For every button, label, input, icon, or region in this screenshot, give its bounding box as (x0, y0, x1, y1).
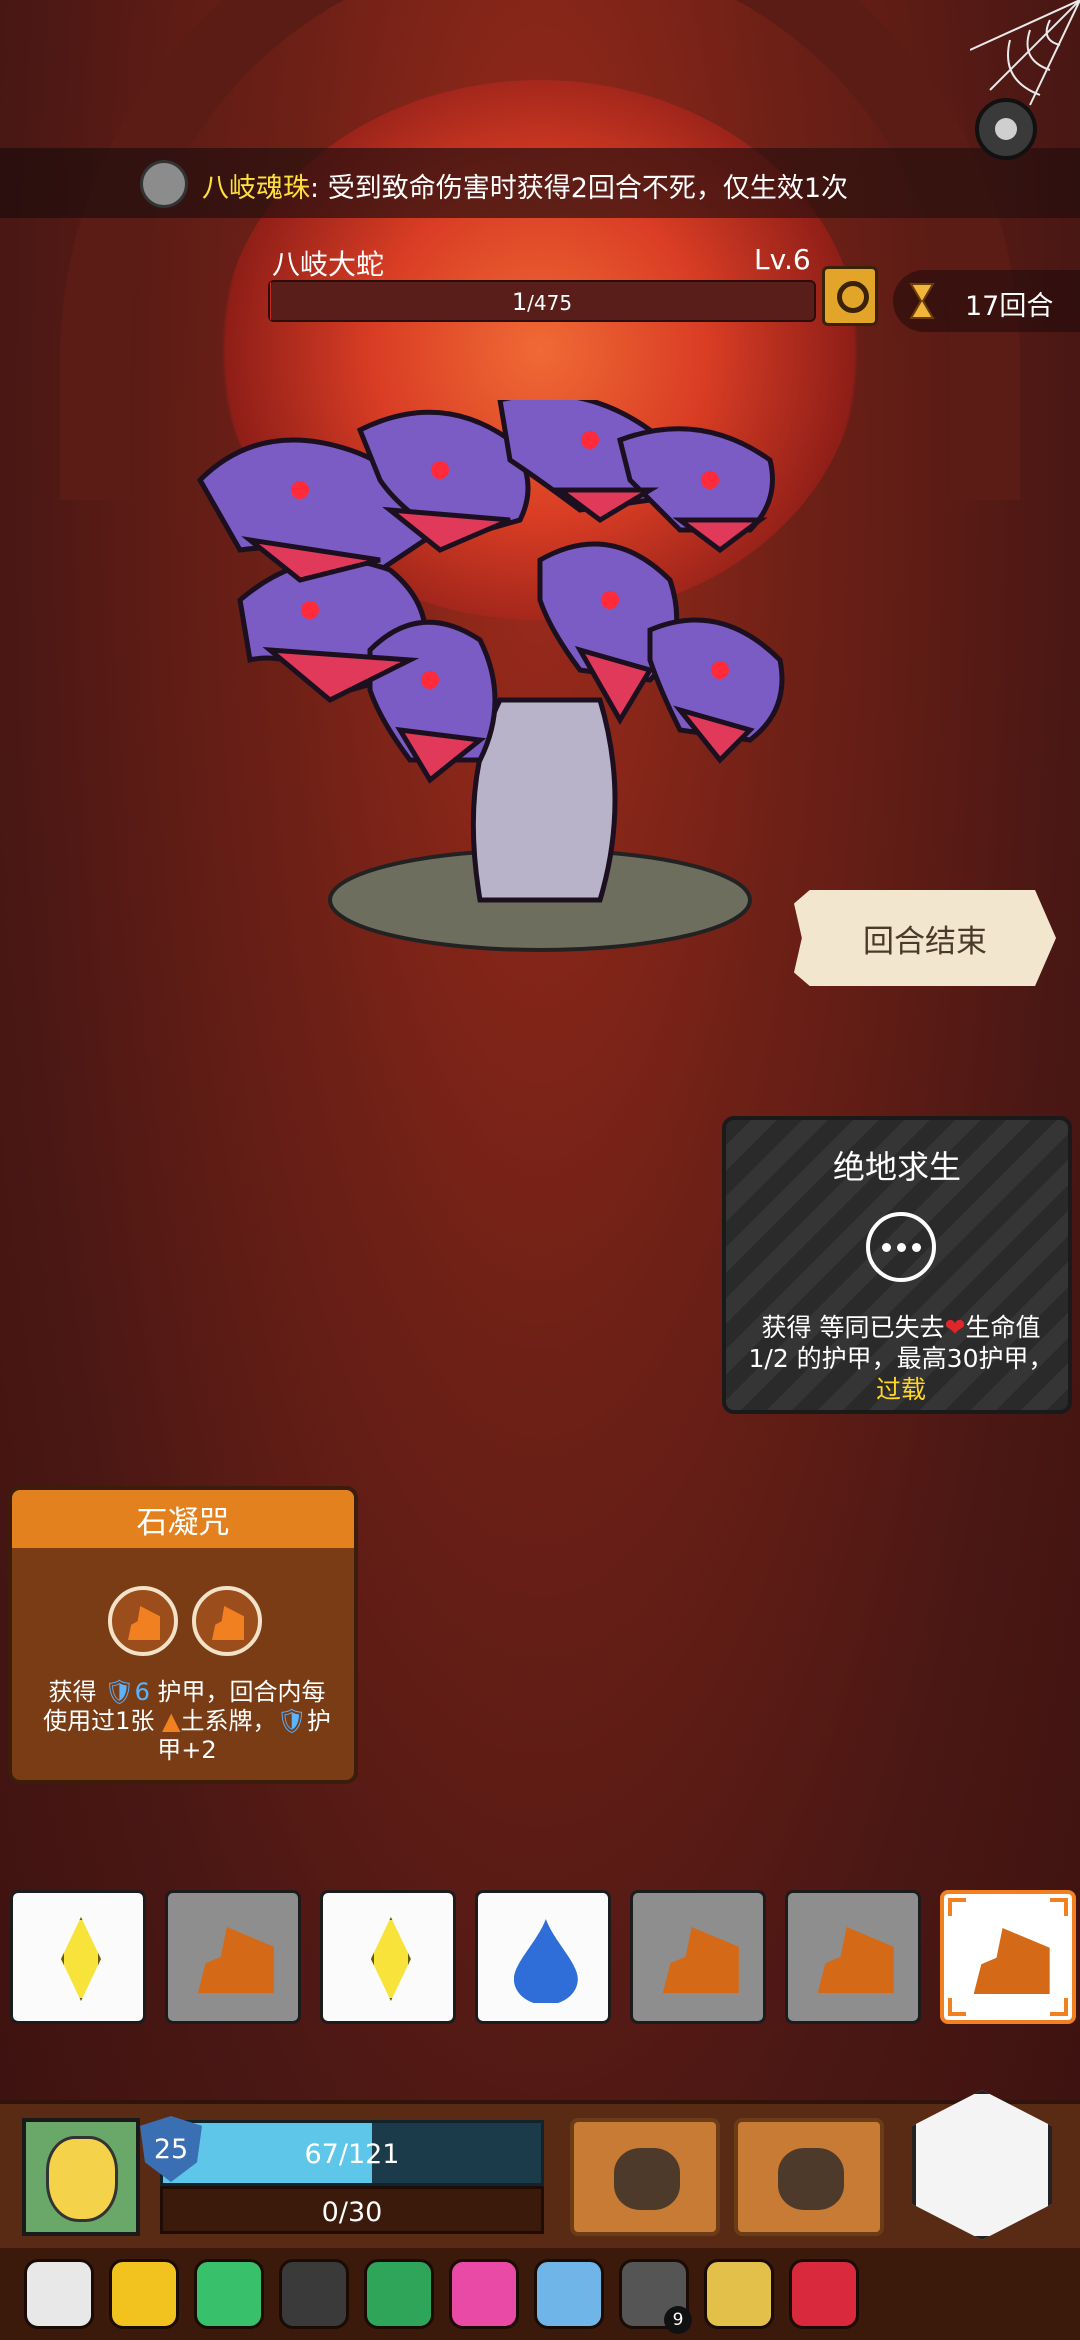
skull-relic-icon (140, 160, 188, 208)
emerald-icon[interactable] (364, 2259, 434, 2329)
enemy-hp-bar: 1/475 (268, 280, 816, 322)
player-energy-text: 0/30 (321, 2197, 383, 2228)
banana-claw-icon[interactable] (704, 2259, 774, 2329)
card-desc-text: 生命值 (965, 1313, 1041, 1342)
selection-corner (947, 1998, 966, 2016)
light-element-icon (61, 1917, 101, 2001)
heart-icon: ❤ (944, 1313, 966, 1342)
die-water[interactable] (474, 1890, 611, 2024)
selection-corner (1049, 1898, 1068, 1916)
enemy-hp-current: 1 (511, 288, 528, 316)
dark-shield-icon[interactable]: 9 (619, 2259, 692, 2334)
claw-icon (778, 2148, 844, 2210)
blue-sword-icon[interactable] (534, 2259, 604, 2329)
die-earth[interactable] (939, 1890, 1076, 2024)
earth-element-icon (197, 1927, 274, 1993)
spiked-fist-icon (614, 2148, 680, 2210)
earth-rune-icon (192, 1586, 262, 1656)
end-turn-button[interactable]: 回合结束 (794, 890, 1056, 986)
spell-card-title: 石凝咒 (12, 1490, 354, 1548)
relic-separator: : (310, 173, 320, 204)
card-desc-text: 1/2 的护甲，最高30护甲， (748, 1344, 1054, 1373)
card-title: 绝地求生 (832, 1148, 961, 1186)
heart-charm-icon[interactable] (449, 2259, 519, 2329)
relic-bar: 9 (0, 2248, 1080, 2340)
die-light[interactable] (10, 1890, 146, 2024)
hourglass-icon (909, 283, 935, 319)
card-desc-text: 甲+2 (157, 1736, 217, 1764)
spider-web-icon (970, 0, 1080, 106)
relic-count-badge: 9 (664, 2306, 692, 2334)
selection-corner (947, 1898, 966, 1916)
card-detail-panel[interactable]: 绝地求生 获得 等同已失去❤生命值 1/2 的护甲，最高30护甲， 过载 (722, 1116, 1072, 1414)
skill-slot-fist[interactable] (570, 2118, 720, 2236)
die-earth[interactable] (629, 1890, 766, 2024)
die-earth[interactable] (784, 1890, 921, 2024)
card-desc-text: 护 (306, 1707, 331, 1735)
die-light[interactable] (319, 1890, 456, 2024)
enemy-hp-text: 1/475 (270, 288, 814, 316)
enemy-hp-max: /475 (527, 291, 573, 315)
rune-slots (108, 1586, 262, 1656)
ellipsis-icon (866, 1212, 936, 1282)
card-desc-text: 获得 等同已失去 (761, 1313, 945, 1342)
relic-description: 八岐魂珠: 受到致命伤害时获得2回合不死，仅生效1次 (202, 166, 848, 205)
card-keyword[interactable]: 过载 (876, 1375, 926, 1404)
card-description: 获得 等同已失去❤生命值 1/2 的护甲，最高30护甲， 过载 (734, 1312, 1068, 1405)
earth-element-icon (973, 1928, 1050, 1994)
card-desc-text: 获得 (48, 1678, 105, 1706)
die-earth[interactable] (164, 1890, 301, 2024)
earth-rune-icon (108, 1586, 178, 1656)
enemy-name: 八岐大蛇 (272, 248, 385, 281)
red-amulet-icon[interactable] (789, 2259, 859, 2329)
green-leaf-icon[interactable] (194, 2259, 264, 2329)
armor-value: 6 (134, 1678, 150, 1706)
card-desc-text: 护甲，回合内每 (149, 1678, 326, 1706)
turn-count: 17回合 (965, 291, 1054, 322)
relic-name: 八岐魂珠 (202, 173, 310, 204)
earth-element-icon (662, 1927, 739, 1993)
card-desc-text: 使用过1张 (43, 1707, 162, 1735)
avatar (46, 2136, 118, 2222)
water-element-icon (514, 1919, 578, 2003)
black-pot-icon[interactable] (279, 2259, 349, 2329)
spell-card-panel[interactable]: 石凝咒 获得 🛡6 护甲，回合内每 使用过1张 ▲土系牌，🛡护 甲+2 (8, 1486, 358, 1784)
relic-effect: 受到致命伤害时获得2回合不死，仅生效1次 (319, 173, 849, 204)
player-portrait[interactable] (22, 2118, 140, 2236)
shield-icon: 🛡 (276, 1707, 307, 1735)
player-hp-text: 67/121 (304, 2139, 400, 2170)
card-desc-text: 土系牌， (180, 1707, 277, 1735)
settings-gear-icon[interactable] (975, 98, 1037, 160)
selection-corner (1049, 1998, 1068, 2016)
spell-card-description: 获得 🛡6 护甲，回合内每 使用过1张 ▲土系牌，🛡护 甲+2 (18, 1678, 356, 1765)
player-hp-bar: 67/121 (160, 2120, 544, 2186)
horned-skull-icon[interactable] (24, 2259, 94, 2329)
player-energy-bar: 0/30 (160, 2186, 544, 2234)
light-element-icon (370, 1917, 411, 2001)
earth-element-icon (817, 1927, 894, 1993)
dice-tray (10, 1890, 1076, 2026)
earth-rune-icon: ▲ (161, 1707, 181, 1735)
hydra-boss[interactable] (180, 400, 900, 960)
turn-counter: 17回合 (893, 270, 1080, 332)
shield-icon: 🛡 (104, 1678, 135, 1706)
gold-box-icon[interactable] (109, 2259, 179, 2329)
skill-slot-claw[interactable] (734, 2118, 884, 2236)
enemy-level: Lv.6 (754, 243, 811, 276)
magnifier-intent-icon[interactable] (822, 266, 878, 326)
